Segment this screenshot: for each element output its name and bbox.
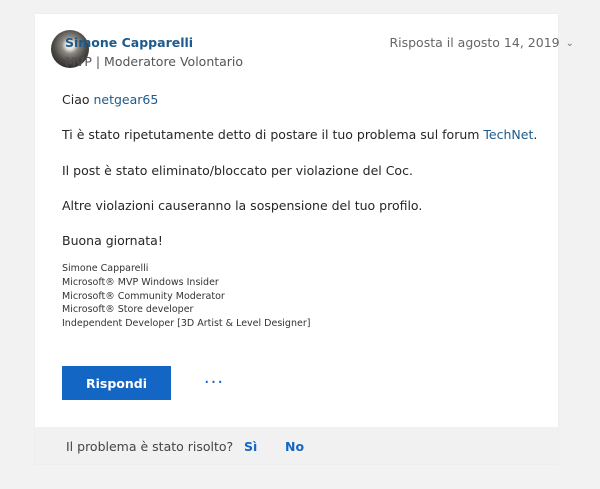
paragraph-1: Ti è stato ripetutamente detto di postar… — [62, 127, 537, 142]
no-link[interactable]: No — [285, 439, 304, 454]
signature-line: Independent Developer [3D Artist & Level… — [62, 318, 311, 330]
signature-line: Microsoft® MVP Windows Insider — [62, 276, 219, 288]
signature-block: Simone Capparelli Microsoft® MVP Windows… — [62, 262, 310, 331]
yes-link[interactable]: Sì — [244, 439, 257, 454]
closing-line: Buona giornata! — [62, 233, 163, 248]
reply-date-text: Risposta il agosto 14, 2019 — [389, 35, 560, 50]
technet-link[interactable]: TechNet — [483, 127, 533, 142]
signature-line: Microsoft® Store developer — [62, 304, 194, 316]
reply-button[interactable]: Rispondi — [62, 366, 171, 400]
greeting-prefix: Ciao — [62, 92, 94, 107]
greeting: Ciao netgear65 — [62, 92, 158, 107]
mention-link[interactable]: netgear65 — [93, 92, 158, 107]
reply-date[interactable]: Risposta il agosto 14, 2019 ⌄ — [389, 35, 574, 50]
paragraph-1-text: Ti è stato ripetutamente detto di postar… — [62, 127, 484, 142]
resolved-question: Il problema è stato risolto? — [66, 439, 234, 454]
signature-line: Microsoft® Community Moderator — [62, 290, 225, 302]
author-role: MVP | Moderatore Volontario — [65, 54, 244, 69]
paragraph-2: Il post è stato eliminato/bloccato per v… — [62, 163, 413, 178]
chevron-down-icon: ⌄ — [565, 38, 574, 49]
paragraph-3: Altre violazioni causeranno la sospensio… — [62, 198, 423, 213]
author-name[interactable]: Simone Capparelli — [65, 35, 193, 50]
paragraph-1-suffix: . — [533, 127, 538, 142]
signature-line: Simone Capparelli — [62, 263, 149, 274]
more-options-icon[interactable]: ··· — [201, 372, 227, 393]
